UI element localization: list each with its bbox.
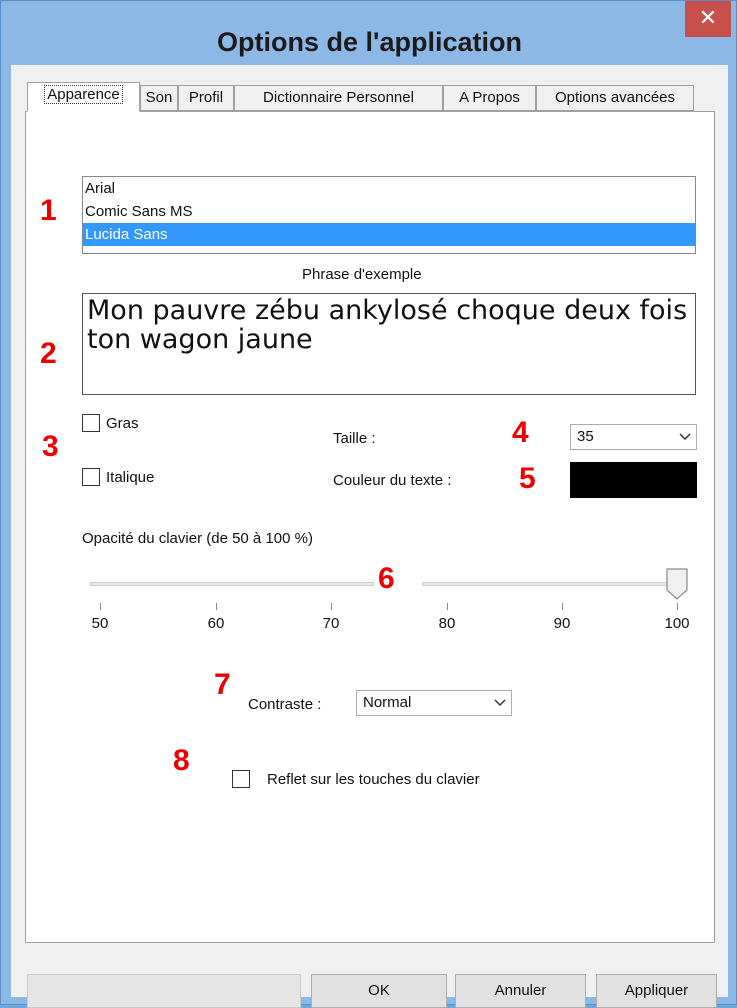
tab-panel-apparence: 1 2 3 4 5 6 7 8 Arial Comic Sans MS Luci… [25, 111, 715, 943]
chevron-down-icon [679, 433, 691, 441]
tab-label: Profil [188, 89, 224, 106]
slider-tick-label: 90 [553, 615, 571, 632]
text-color-label: Couleur du texte : [333, 472, 452, 489]
status-area [27, 974, 301, 1008]
contrast-value: Normal [363, 694, 412, 711]
slider-tick [677, 603, 678, 610]
opacity-label: Opacité du clavier (de 50 à 100 %) [82, 530, 313, 547]
tab-profil[interactable]: Profil [178, 85, 234, 111]
tab-a-propos[interactable]: A Propos [443, 85, 536, 111]
options-window: Options de l'application ✕ Apparence Son… [0, 0, 737, 1008]
font-item-lucida-sans[interactable]: Lucida Sans [83, 223, 695, 246]
text-color-swatch[interactable] [570, 462, 697, 498]
window-title: Options de l'application [217, 27, 522, 57]
tab-label: A Propos [459, 89, 520, 106]
ok-button[interactable]: OK [311, 974, 447, 1008]
sample-text-box: Mon pauvre zébu ankylosé choque deux foi… [82, 293, 696, 395]
font-item-comic-sans-ms[interactable]: Comic Sans MS [83, 200, 695, 223]
annotation-marker: 1 [40, 194, 57, 227]
slider-tick-label: 50 [91, 615, 109, 632]
slider-track-left[interactable] [90, 582, 374, 586]
size-value: 35 [577, 428, 594, 445]
font-list[interactable]: Arial Comic Sans MS Lucida Sans [82, 176, 696, 254]
chevron-down-icon [494, 699, 506, 707]
slider-tick [562, 603, 563, 610]
tab-dictionnaire-personnel[interactable]: Dictionnaire Personnel [234, 85, 443, 111]
slider-tick-label: 80 [438, 615, 456, 632]
close-button[interactable]: ✕ [685, 1, 731, 37]
bold-checkbox[interactable] [82, 414, 100, 432]
title-bar[interactable]: Options de l'application ✕ [1, 1, 737, 63]
cancel-button[interactable]: Annuler [455, 974, 586, 1008]
annotation-marker: 2 [40, 337, 57, 370]
apply-button[interactable]: Appliquer [596, 974, 717, 1008]
reflection-label: Reflet sur les touches du clavier [267, 771, 480, 788]
slider-thumb-icon[interactable] [666, 568, 688, 600]
annotation-marker: 7 [214, 668, 231, 701]
italic-checkbox[interactable] [82, 468, 100, 486]
slider-tick-label: 70 [322, 615, 340, 632]
annotation-marker: 4 [512, 416, 529, 449]
tab-son[interactable]: Son [140, 85, 178, 111]
reflection-checkbox[interactable] [232, 770, 250, 788]
sample-label: Phrase d'exemple [302, 266, 422, 283]
slider-tick-label: 100 [664, 615, 690, 632]
slider-track-right[interactable] [422, 582, 680, 586]
font-item-arial[interactable]: Arial [83, 177, 695, 200]
slider-tick-label: 60 [207, 615, 225, 632]
contrast-select[interactable]: Normal [356, 690, 512, 716]
tab-apparence[interactable]: Apparence [27, 82, 140, 112]
bold-label: Gras [106, 415, 139, 432]
size-select[interactable]: 35 [570, 424, 697, 450]
size-label: Taille : [333, 430, 376, 447]
slider-tick [447, 603, 448, 610]
close-icon: ✕ [698, 5, 718, 30]
slider-tick [216, 603, 217, 610]
dialog-client-area: Apparence Son Profil Dictionnaire Person… [11, 65, 728, 1008]
tab-label: Son [145, 89, 173, 106]
annotation-marker: 6 [378, 562, 395, 595]
slider-tick [100, 603, 101, 610]
annotation-marker: 8 [173, 744, 190, 777]
tab-options-avancees[interactable]: Options avancées [536, 85, 694, 111]
annotation-marker: 3 [42, 430, 59, 463]
slider-tick [331, 603, 332, 610]
annotation-marker: 5 [519, 462, 536, 495]
tab-label: Options avancées [554, 89, 676, 106]
tab-label: Dictionnaire Personnel [263, 89, 414, 106]
italic-label: Italique [106, 469, 155, 486]
tab-label: Apparence [44, 85, 123, 104]
contrast-label: Contraste : [248, 696, 322, 713]
